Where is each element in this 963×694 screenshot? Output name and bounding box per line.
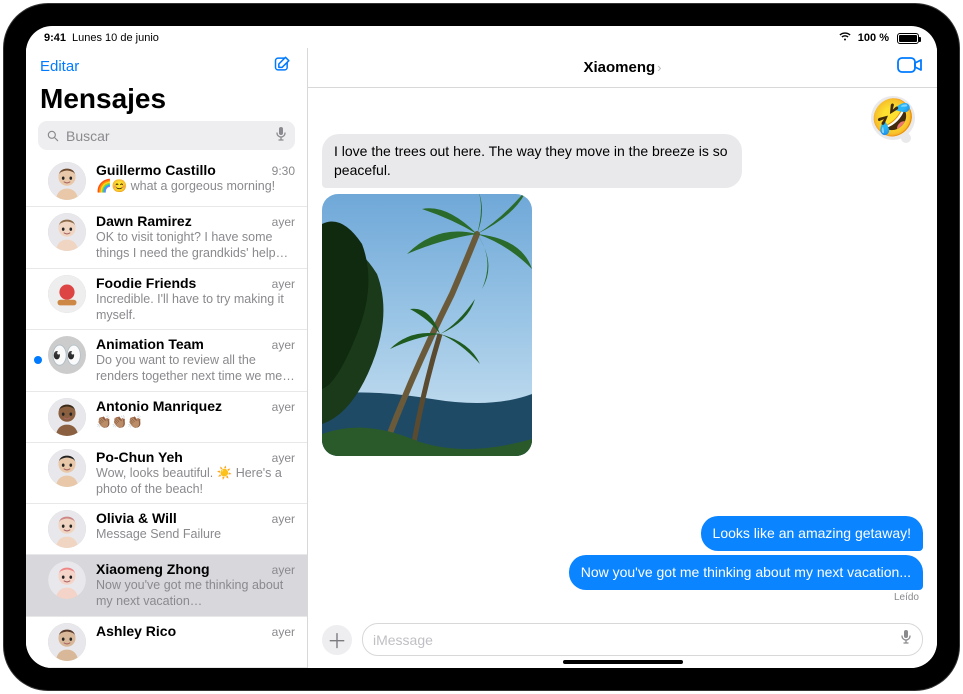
conversation-row[interactable]: 👀 Animation Team ayerDo you want to review… bbox=[26, 330, 307, 392]
compose-button[interactable] bbox=[273, 54, 293, 79]
incoming-message[interactable]: I love the trees out here. The way they … bbox=[322, 134, 742, 188]
conversation-preview: Now you've got me thinking about my next… bbox=[96, 577, 295, 610]
home-indicator[interactable] bbox=[563, 660, 683, 664]
conversation-time: ayer bbox=[266, 277, 295, 291]
conversation-name: Guillermo Castillo bbox=[96, 162, 216, 178]
outgoing-message[interactable]: Now you've got me thinking about my next… bbox=[569, 555, 923, 590]
messages-app: Editar Mensajes Guillermo Castill bbox=[26, 48, 937, 668]
conversation-time: ayer bbox=[266, 625, 295, 639]
conversation-name: Animation Team bbox=[96, 336, 204, 352]
conversation-list: Guillermo Castillo 9:30🌈😊 what a gorgeous… bbox=[26, 156, 307, 668]
conversation-preview: Incredible. I'll have to try making it m… bbox=[96, 291, 295, 324]
conversation-row[interactable]: Guillermo Castillo 9:30🌈😊 what a gorgeous… bbox=[26, 156, 307, 207]
edit-button[interactable]: Editar bbox=[40, 58, 79, 75]
conversation-time: ayer bbox=[266, 215, 295, 229]
status-time: 9:41 bbox=[44, 32, 66, 44]
battery-percent: 100 % bbox=[858, 32, 889, 44]
avatar bbox=[48, 449, 86, 487]
tapback-emoji: 🤣 bbox=[871, 97, 916, 139]
conversation-list-sidebar: Editar Mensajes Guillermo Castill bbox=[26, 48, 308, 668]
conversation-time: ayer bbox=[266, 400, 295, 414]
search-input[interactable] bbox=[66, 128, 269, 144]
screen: 9:41 Lunes 10 de junio 100 % Editar bbox=[26, 26, 937, 668]
conversation-preview: 🌈😊 what a gorgeous morning! bbox=[96, 178, 295, 194]
conversation-preview: Wow, looks beautiful. ☀️ Here's a photo … bbox=[96, 465, 295, 498]
avatar bbox=[48, 561, 86, 599]
dictation-icon[interactable] bbox=[275, 126, 287, 145]
conversation-preview: Do you want to review all the renders to… bbox=[96, 352, 295, 385]
compose-input[interactable] bbox=[373, 632, 900, 648]
conversation-pane: Xiaomeng › 🤣 I love the trees out here. … bbox=[308, 48, 937, 668]
avatar bbox=[48, 213, 86, 251]
conversation-time: ayer bbox=[266, 512, 295, 526]
status-bar: 9:41 Lunes 10 de junio 100 % bbox=[26, 26, 937, 48]
avatar bbox=[48, 162, 86, 200]
battery-icon bbox=[897, 33, 919, 44]
avatar: 👀 bbox=[48, 336, 86, 374]
read-receipt: Leído bbox=[894, 592, 923, 603]
contact-name: Xiaomeng bbox=[583, 59, 655, 76]
conversation-time: ayer bbox=[266, 563, 295, 577]
conversation-row[interactable]: Dawn Ramirez ayerOK to visit tonight? I h… bbox=[26, 207, 307, 269]
conversation-row[interactable]: Xiaomeng Zhong ayerNow you've got me thin… bbox=[26, 555, 307, 617]
conversation-name: Olivia & Will bbox=[96, 510, 177, 526]
wifi-icon bbox=[838, 31, 852, 45]
contact-name-button[interactable]: Xiaomeng › bbox=[583, 59, 661, 76]
conversation-row[interactable]: Antonio Manriquez ayer👏🏽👏🏽👏🏽 bbox=[26, 392, 307, 443]
photo-attachment[interactable] bbox=[322, 194, 532, 456]
unread-indicator bbox=[34, 356, 42, 364]
status-date: Lunes 10 de junio bbox=[72, 32, 159, 44]
search-field[interactable] bbox=[38, 121, 295, 150]
search-icon bbox=[46, 129, 60, 143]
conversation-name: Xiaomeng Zhong bbox=[96, 561, 210, 577]
outgoing-message[interactable]: Looks like an amazing getaway! bbox=[701, 516, 923, 551]
message-thread[interactable]: 🤣 I love the trees out here. The way the… bbox=[308, 88, 937, 617]
conversation-name: Po-Chun Yeh bbox=[96, 449, 183, 465]
conversation-row[interactable]: Po-Chun Yeh ayerWow, looks beautiful. ☀️ … bbox=[26, 443, 307, 505]
chevron-right-icon: › bbox=[657, 60, 661, 75]
conversation-time: 9:30 bbox=[266, 164, 295, 178]
conversation-preview: 👏🏽👏🏽👏🏽 bbox=[96, 414, 295, 430]
sidebar-title: Mensajes bbox=[26, 81, 307, 121]
conversation-preview: Message Send Failure bbox=[96, 526, 295, 542]
conversation-name: Dawn Ramirez bbox=[96, 213, 192, 229]
avatar bbox=[48, 398, 86, 436]
conversation-header: Xiaomeng › bbox=[308, 48, 937, 88]
tapback-reaction[interactable]: 🤣 bbox=[871, 96, 915, 140]
conversation-time: ayer bbox=[266, 451, 295, 465]
compose-field[interactable] bbox=[362, 623, 923, 656]
avatar bbox=[48, 510, 86, 548]
conversation-row[interactable]: Olivia & Will ayerMessage Send Failure bbox=[26, 504, 307, 555]
conversation-preview: OK to visit tonight? I have some things … bbox=[96, 229, 295, 262]
facetime-button[interactable] bbox=[897, 55, 923, 80]
avatar bbox=[48, 275, 86, 313]
conversation-name: Ashley Rico bbox=[96, 623, 176, 639]
conversation-row[interactable]: Foodie Friends ayerIncredible. I'll have … bbox=[26, 269, 307, 331]
ipad-frame: 9:41 Lunes 10 de junio 100 % Editar bbox=[4, 4, 959, 690]
avatar bbox=[48, 623, 86, 661]
apps-button[interactable]: ＋ bbox=[322, 625, 352, 655]
dictation-icon[interactable] bbox=[900, 629, 912, 650]
conversation-name: Foodie Friends bbox=[96, 275, 196, 291]
conversation-row[interactable]: Ashley Rico ayer bbox=[26, 617, 307, 668]
conversation-time: ayer bbox=[266, 338, 295, 352]
conversation-name: Antonio Manriquez bbox=[96, 398, 222, 414]
